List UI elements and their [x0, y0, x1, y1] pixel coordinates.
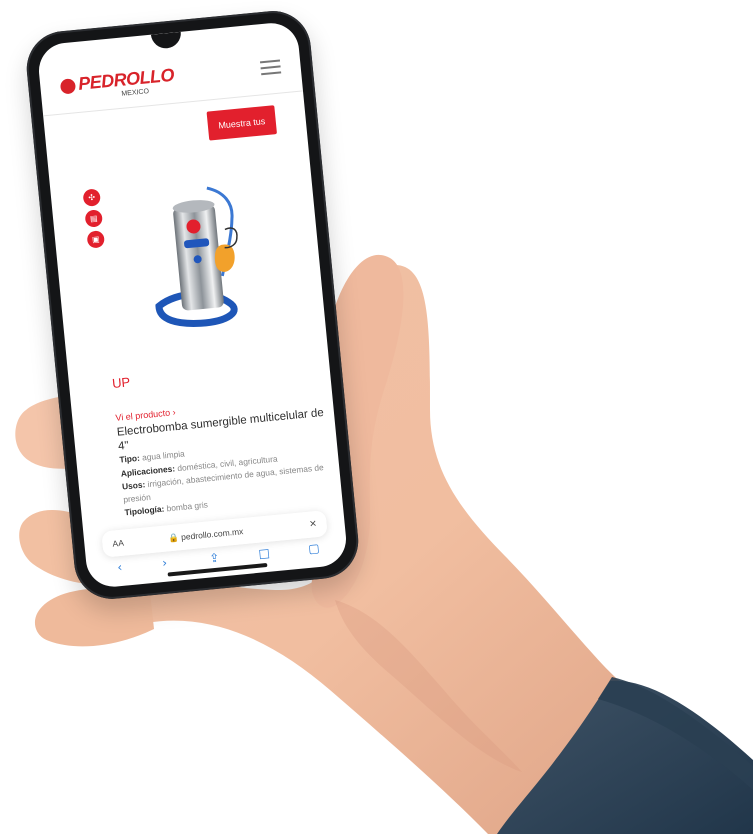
pedrollo-logo[interactable]: PEDROLLO MEXICO — [59, 65, 175, 104]
spec-label: Tipología: — [124, 503, 165, 518]
logo-subtitle: MEXICO — [121, 88, 150, 98]
close-icon[interactable]: × — [309, 516, 317, 531]
spec-value: bomba gris — [163, 499, 209, 514]
camera-notch — [150, 31, 183, 50]
spec-label: Tipo: — [119, 452, 141, 465]
print-icon[interactable]: ▣ — [86, 230, 106, 249]
submersible-pump-image — [155, 186, 238, 327]
address-url[interactable]: 🔒 pedrollo.com.mx — [168, 526, 244, 544]
primary-action-button[interactable]: Muestra tus — [206, 105, 278, 141]
tabs-icon[interactable]: ▢ — [303, 541, 324, 559]
share-icon[interactable]: ⇪ — [204, 550, 225, 568]
reader-mode-button[interactable]: AA — [112, 538, 124, 549]
menu-line — [261, 71, 282, 76]
finger-three — [34, 588, 154, 647]
menu-line — [259, 59, 281, 64]
document-icon[interactable]: ▤ — [84, 209, 104, 228]
photo-scene: PEDROLLO MEXICO Muestra tus ✣ ▤ ▣ UP Vi … — [0, 0, 753, 834]
product-title: UP — [111, 374, 131, 391]
hamburger-menu-icon[interactable] — [259, 59, 282, 76]
spec-label: Usos: — [121, 479, 146, 492]
bookmarks-icon[interactable]: □ — [253, 545, 274, 563]
back-icon[interactable]: ‹ — [109, 559, 130, 577]
side-actions: ✣ ▤ ▣ — [82, 188, 107, 254]
smartphone: PEDROLLO MEXICO Muestra tus ✣ ▤ ▣ UP Vi … — [23, 7, 362, 603]
forward-icon[interactable]: › — [154, 555, 175, 573]
phone-screen: PEDROLLO MEXICO Muestra tus ✣ ▤ ▣ UP Vi … — [36, 20, 349, 590]
fan-icon[interactable]: ✣ — [82, 188, 102, 207]
menu-line — [260, 65, 281, 70]
logo-mark-icon — [59, 78, 77, 95]
